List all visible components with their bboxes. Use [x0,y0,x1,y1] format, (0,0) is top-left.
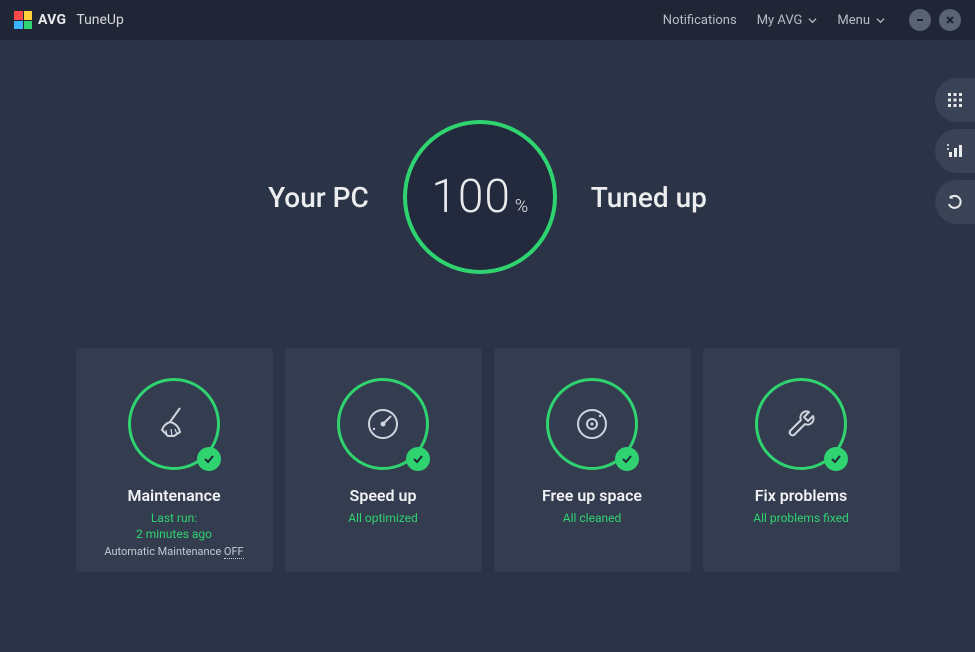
status-badge [615,447,639,471]
tile-speed-up[interactable]: Speed up All optimized [285,348,482,572]
app-logo: AVG TuneUp [14,11,124,29]
tile-title: Maintenance [127,486,220,505]
speedometer-icon [361,402,405,446]
status-badge [824,447,848,471]
tile-status: Last run: [151,511,197,525]
close-icon [945,15,955,25]
tile-maintenance[interactable]: Maintenance Last run: 2 minutes ago Auto… [76,348,273,572]
undo-rail-button[interactable] [935,180,975,224]
chevron-down-icon [876,16,885,25]
title-bar: AVG TuneUp Notifications My AVG Menu [0,0,975,40]
wrench-icon [779,402,823,446]
tile-status: All problems fixed [753,511,849,525]
tile-title: Fix problems [755,486,848,505]
apps-rail-button[interactable] [935,78,975,122]
minimize-icon [915,15,925,25]
check-icon [830,453,842,465]
broom-icon [152,402,196,446]
hero-panel: Your PC 100 % Tuned up [0,120,975,274]
tile-title: Speed up [350,486,417,505]
check-icon [621,453,633,465]
chevron-down-icon [808,16,817,25]
tile-row: Maintenance Last run: 2 minutes ago Auto… [0,348,975,572]
tile-fix-problems[interactable]: Fix problems All problems fixed [703,348,900,572]
tile-status: All cleaned [563,511,622,525]
disk-icon [570,402,614,446]
main-menu[interactable]: Menu [827,7,895,34]
tile-free-up-space[interactable]: Free up space All cleaned [494,348,691,572]
hero-right-text: Tuned up [591,181,707,214]
status-badge [406,447,430,471]
brand-name: AVG [38,12,66,28]
auto-maintenance-label: Automatic Maintenance [104,545,221,558]
bar-chart-icon [946,142,964,160]
grid-icon [946,91,964,109]
tile-status: All optimized [348,511,418,525]
product-name: TuneUp [76,12,124,28]
avg-logo-icon [14,11,32,29]
score-gauge: 100 % [403,120,557,274]
menu-label: Menu [837,13,870,28]
auto-maintenance-toggle[interactable]: OFF [224,545,244,559]
tile-substatus: 2 minutes ago [136,527,212,541]
right-rail [935,78,975,224]
check-icon [412,453,424,465]
score-unit: % [515,196,528,217]
my-avg-label: My AVG [757,13,803,28]
score-value: 100 [431,170,511,224]
auto-maintenance-line: Automatic Maintenance OFF [104,545,243,558]
check-icon [203,453,215,465]
minimize-button[interactable] [909,9,931,31]
notifications-link[interactable]: Notifications [653,7,747,34]
my-avg-menu[interactable]: My AVG [747,7,828,34]
stats-rail-button[interactable] [935,129,975,173]
window-controls [909,9,961,31]
tile-title: Free up space [542,486,642,505]
hero-left-text: Your PC [268,181,369,214]
undo-icon [946,193,964,211]
close-button[interactable] [939,9,961,31]
status-badge [197,447,221,471]
notifications-label: Notifications [663,13,737,28]
